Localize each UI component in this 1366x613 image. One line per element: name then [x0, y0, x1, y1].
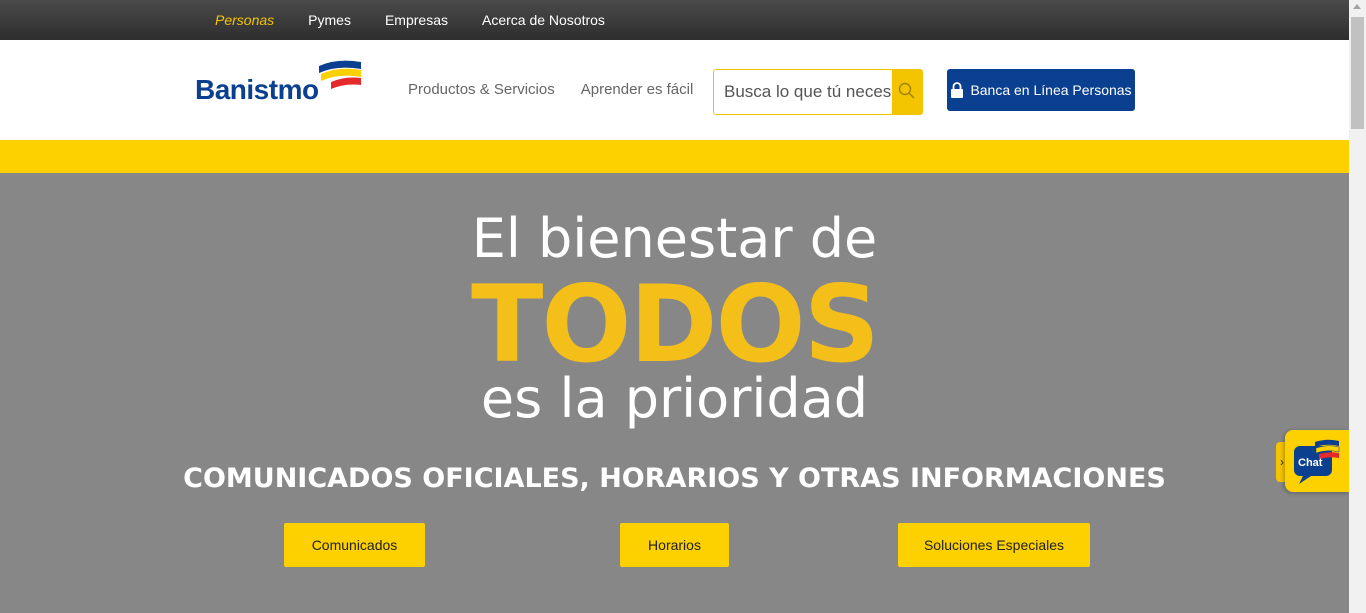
hero-heading-line3: es la prioridad [480, 367, 869, 430]
soluciones-especiales-button[interactable]: Soluciones Especiales [898, 523, 1090, 567]
segment-acerca-link[interactable]: Acerca de Nosotros [482, 12, 605, 28]
logo-wordmark: Banistmo [195, 74, 319, 105]
online-banking-label: Banca en Línea Personas [970, 82, 1132, 98]
site-header: Banistmo Productos & Servicios Aprender … [0, 40, 1349, 140]
comunicados-button[interactable]: Comunicados [284, 523, 425, 567]
chat-label: Chat [1298, 457, 1323, 469]
hero-banner: El bienestar de TODOS es la prioridad CO… [0, 173, 1349, 613]
segment-personas-link[interactable]: Personas [215, 12, 274, 28]
banistmo-logo[interactable]: Banistmo [195, 56, 365, 106]
search-box [713, 69, 923, 115]
scroll-up-arrow-icon[interactable] [1353, 4, 1361, 9]
horarios-button[interactable]: Horarios [620, 523, 729, 567]
logo-stripes-icon [319, 60, 361, 89]
hero-subtitle: COMUNICADOS OFICIALES, HORARIOS Y OTRAS … [183, 463, 1166, 494]
nav-productos-servicios[interactable]: Productos & Servicios [408, 81, 555, 98]
segment-empresas-link[interactable]: Empresas [385, 12, 448, 28]
scrollbar-thumb[interactable] [1351, 17, 1364, 129]
yellow-banner-strip [0, 140, 1349, 173]
chevron-right-icon: › [1280, 455, 1284, 469]
segment-pymes-link[interactable]: Pymes [308, 12, 351, 28]
hero-heading-line1: El bienestar de [471, 207, 878, 270]
search-input[interactable] [714, 70, 894, 114]
main-nav: Productos & Servicios Aprender es fácil [408, 81, 719, 98]
segment-nav: Personas Pymes Empresas Acerca de Nosotr… [215, 0, 639, 40]
lock-icon [951, 82, 964, 98]
chat-widget-button[interactable]: Chat [1285, 430, 1349, 492]
search-icon [898, 82, 915, 99]
page-scrollbar[interactable] [1349, 0, 1366, 613]
search-button[interactable] [892, 70, 922, 114]
online-banking-button[interactable]: Banca en Línea Personas [947, 69, 1135, 111]
top-bar: Personas Pymes Empresas Acerca de Nosotr… [0, 0, 1349, 40]
nav-aprender-es-facil[interactable]: Aprender es fácil [581, 81, 694, 98]
